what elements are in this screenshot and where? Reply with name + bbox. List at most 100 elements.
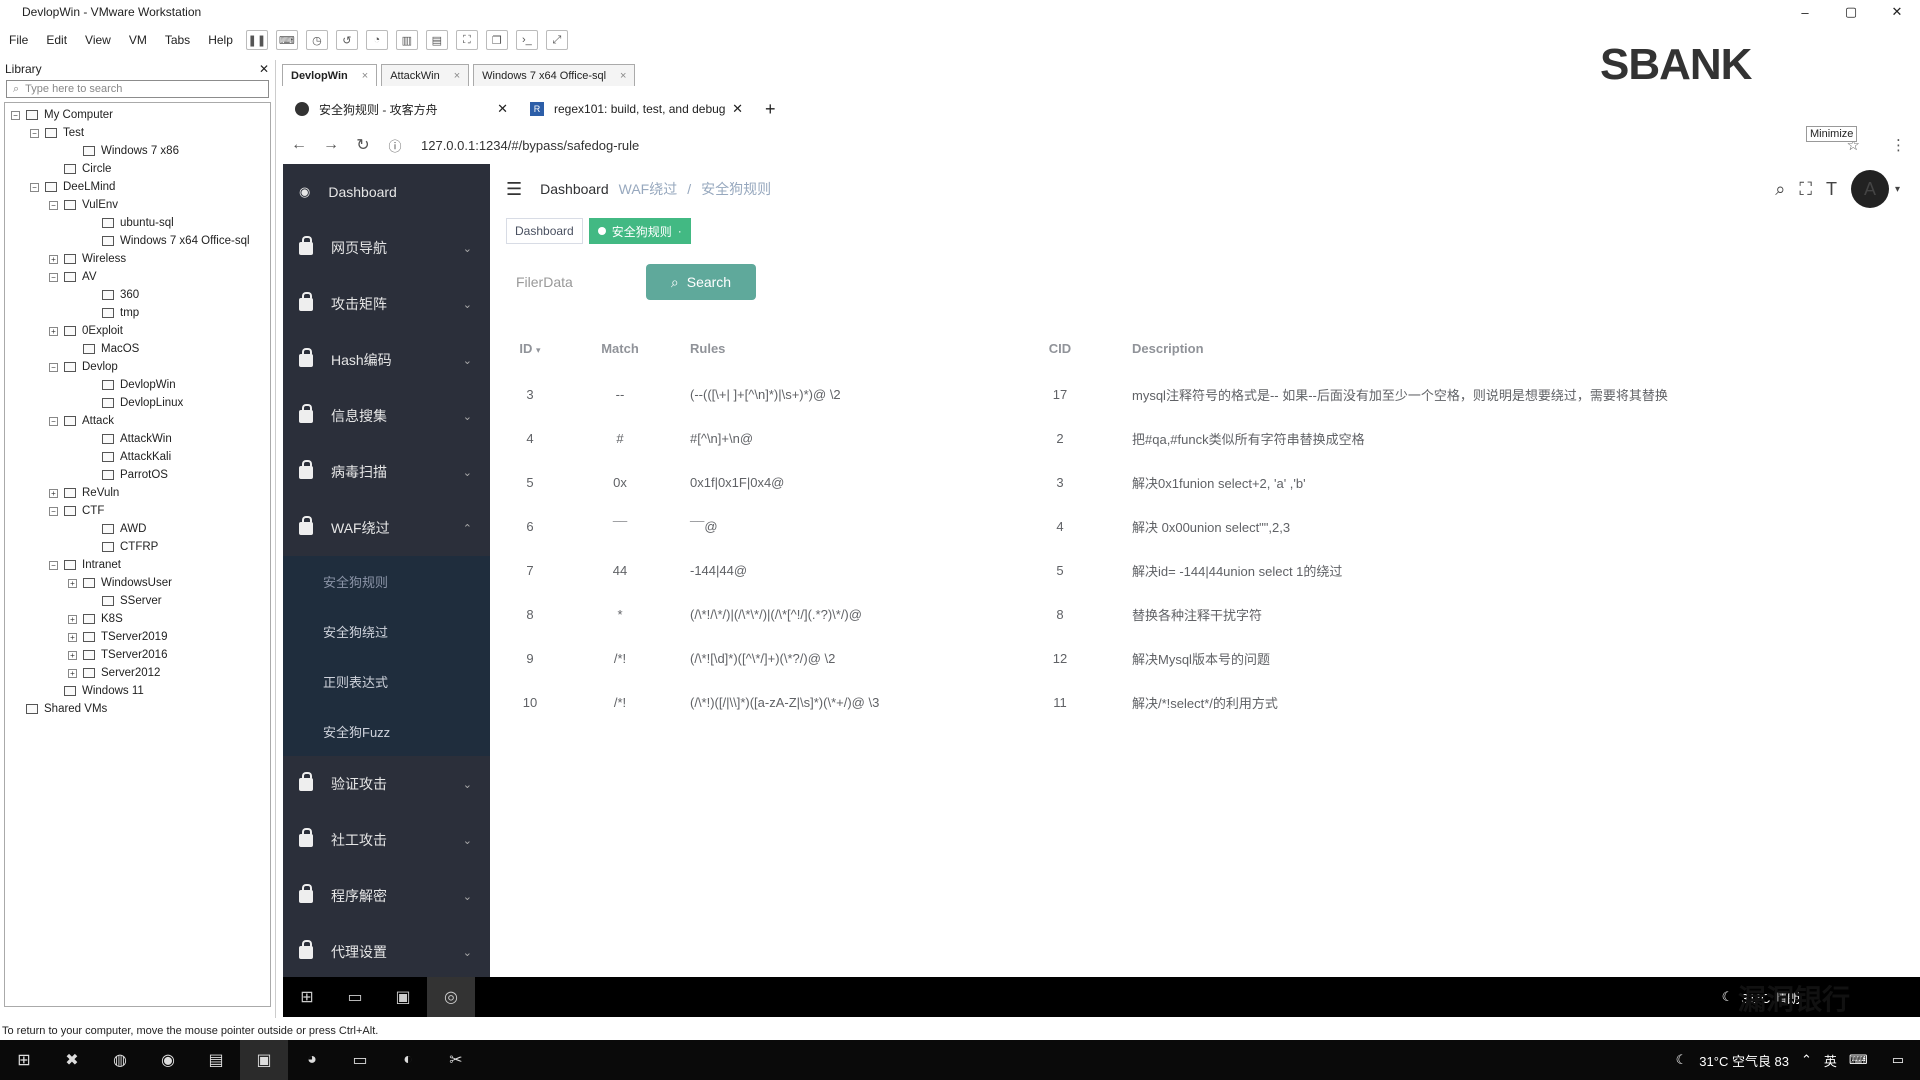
tree-item[interactable]: Windows 11 [5,682,270,700]
tree-item[interactable]: 360 [5,286,270,304]
table-row[interactable]: 3 -- (--(([\+| ]+[^\n]*)|\s+)*)@ \2 17 mysql… [490,372,1920,416]
pause-icon[interactable]: ❚❚ [245,30,268,50]
tree-item[interactable]: MacOS [5,340,270,358]
expand-icon[interactable]: + [68,578,77,588]
search-icon[interactable]: ⌕ [1775,179,1785,200]
breadcrumb-dashboard[interactable]: Dashboard [540,181,609,197]
tree-item[interactable]: ParrotOS [5,466,270,484]
collapse-icon[interactable]: − [11,110,20,120]
minimize-button[interactable]: – [1782,0,1828,24]
sidebar-item-dashboard[interactable]: ◉ Dashboard [283,164,490,220]
snapshot-manager-icon[interactable]: ◔ [365,30,388,50]
collapse-icon[interactable]: − [30,128,39,138]
reload-icon[interactable]: ↻ [347,135,379,155]
notes-icon[interactable]: ▤ [192,1040,240,1080]
collapse-icon[interactable]: − [49,416,58,426]
notification-icon[interactable]: ▭ [1892,1052,1904,1068]
chrome-icon[interactable]: ◉ [144,1040,192,1080]
vm-tab-attackwin[interactable]: AttackWin × [381,64,470,86]
tree-item[interactable]: + Wireless [5,250,270,268]
menu-help[interactable]: Help [199,33,242,47]
menu-tabs[interactable]: Tabs [156,33,199,47]
new-tab-button[interactable]: + [765,99,776,120]
url-field[interactable]: 127.0.0.1:1234/#/bypass/safedog-rule [421,138,639,153]
tree-item[interactable]: + Server2012 [5,664,270,682]
tree-item[interactable]: + WindowsUser [5,574,270,592]
close-icon[interactable]: × [620,70,626,82]
tree-item[interactable]: − My Computer [5,106,270,124]
tree-item[interactable]: AttackWin [5,430,270,448]
close-icon[interactable]: ✕ [497,101,508,117]
tree-item[interactable]: Windows 7 x86 [5,142,270,160]
tool-icon[interactable]: ✖ [48,1040,96,1080]
sidebar-item-decrypt[interactable]: 程序解密 ⌄ [283,868,490,924]
windows-start-icon[interactable]: ⊞ [0,1040,48,1080]
collapse-icon[interactable]: − [49,506,58,516]
expand-icon[interactable]: + [49,326,58,336]
table-row[interactable]: 7 44 -144|44@ 5 解决id= -144|44union select 1的… [490,548,1920,592]
tree-item[interactable]: − VulEnv [5,196,270,214]
tree-item[interactable]: AttackKali [5,448,270,466]
menu-vm[interactable]: VM [120,33,156,47]
sort-icon[interactable]: ▾ [536,345,541,355]
tree-item[interactable]: SServer [5,592,270,610]
table-row[interactable]: 4 # #[^\n]+\n@ 2 把#qa,#funck类似所有字符串替换成空格 [490,416,1920,460]
collapse-icon[interactable]: − [49,560,58,570]
send-keys-icon[interactable]: ⌨ [275,30,298,50]
tree-item[interactable]: tmp [5,304,270,322]
tree-item[interactable]: + ReVuln [5,484,270,502]
tree-item[interactable]: − DeeLMind [5,178,270,196]
library-search-input[interactable]: ⌕ Type here to search [6,80,269,98]
tree-item[interactable]: − Test [5,124,270,142]
file-explorer-icon[interactable]: ▭ [331,977,379,1017]
vm-tab-office-sql[interactable]: Windows 7 x64 Office-sql × [473,64,636,86]
tree-item[interactable]: − AV [5,268,270,286]
tree-item[interactable]: ubuntu-sql [5,214,270,232]
fullscreen-icon[interactable]: ⛶ [455,30,478,50]
sidebar-item-attack-matrix[interactable]: 攻击矩阵 ⌄ [283,276,490,332]
menu-dots-icon[interactable]: ⋮ [1891,136,1906,154]
expand-icon[interactable]: + [68,632,77,642]
table-row[interactable]: 9 /*! (/\*![\d]*)([^\*/]+)(\*?/)@ \2 12 解决My… [490,636,1920,680]
app-icon[interactable]: ◍ [96,1040,144,1080]
tag-safedog-rule[interactable]: 安全狗规则 · [588,218,691,244]
sidebar-sub-safedog-rule[interactable]: 安全狗规则 [283,556,490,606]
sidebar-sub-safedog-bypass[interactable]: 安全狗绕过 [283,606,490,656]
tree-item[interactable]: − Attack [5,412,270,430]
sidebar-sub-safedog-fuzz[interactable]: 安全狗Fuzz [283,706,490,756]
tree-item[interactable]: + TServer2019 [5,628,270,646]
expand-icon[interactable]: + [68,650,77,660]
table-row[interactable]: 10 /*! (/\*!)([/|\\]*)([a-zA-Z|\s]*)(\*+/)… [490,680,1920,724]
filter-input[interactable]: FilerData [508,264,638,300]
expand-icon[interactable]: + [49,488,58,498]
tree-item[interactable]: AWD [5,520,270,538]
search-button[interactable]: ⌕ Search [646,264,756,300]
tree-item[interactable]: − Intranet [5,556,270,574]
tree-item[interactable]: Circle [5,160,270,178]
menu-edit[interactable]: Edit [37,33,76,47]
console-icon[interactable]: ›_ [515,30,538,50]
stretch-icon[interactable]: ⤢ [545,30,568,50]
tree-item[interactable]: + K8S [5,610,270,628]
fullscreen-icon[interactable]: ⛶ [1799,179,1812,200]
terminal-icon[interactable]: ▣ [379,977,427,1017]
firefox-icon[interactable]: ◕ [288,1040,336,1080]
browser-tab-regex101[interactable]: R regex101: build, test, and debug ✕ [518,94,753,124]
close-icon[interactable]: · [678,224,682,238]
sidebar-item-virus[interactable]: 病毒扫描 ⌄ [283,444,490,500]
collapse-icon[interactable]: − [49,200,58,210]
sidebar-item-waf[interactable]: WAF绕过 ⌃ [283,500,490,556]
chevron-up-icon[interactable]: ⌃ [1801,1052,1812,1068]
tag-dashboard[interactable]: Dashboard [506,218,583,244]
tree-item[interactable]: +0Exploit [5,322,270,340]
browser-tab-active[interactable]: 安全狗规则 - 攻客方舟 ✕ [283,94,518,124]
menu-view[interactable]: View [76,33,120,47]
close-icon[interactable]: × [454,70,460,82]
avatar[interactable]: A [1850,170,1889,208]
tree-item[interactable]: − CTF [5,502,270,520]
explorer-icon[interactable]: ▭ [336,1040,384,1080]
tree-item[interactable]: Windows 7 x64 Office-sql [5,232,270,250]
vmware-icon[interactable]: ▣ [240,1040,288,1080]
tree-item[interactable]: DevlopLinux [5,394,270,412]
back-icon[interactable]: ← [283,136,315,154]
